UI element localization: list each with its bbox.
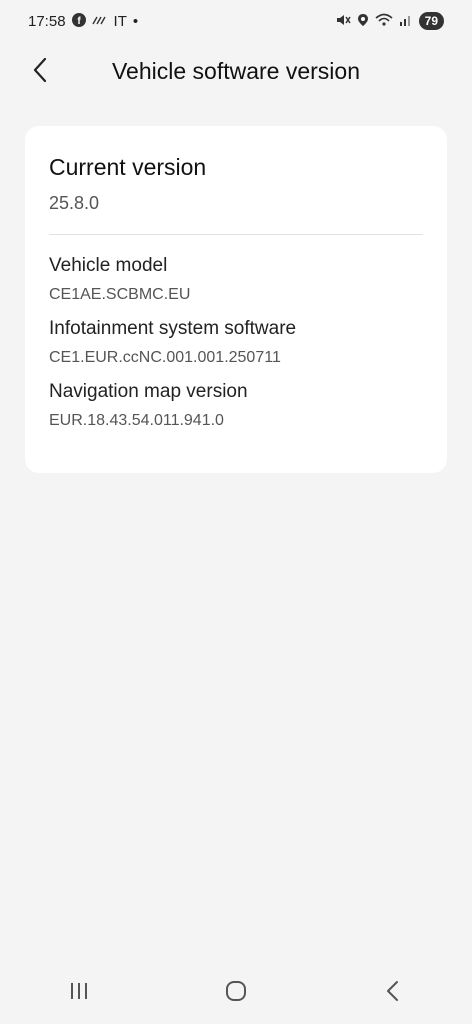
info-row-navigation-map: Navigation map version EUR.18.43.54.011.… [49, 381, 423, 430]
current-version-value: 25.8.0 [49, 193, 100, 213]
system-nav-bar [0, 968, 472, 1018]
wave-icon [91, 14, 108, 29]
recents-button[interactable] [49, 973, 109, 1013]
info-row-vehicle-model: Vehicle model CE1AE.SCBMC.EU [49, 255, 423, 304]
status-bar-right: 79 [335, 12, 444, 30]
wifi-icon [375, 13, 393, 30]
current-version-title: Current version [49, 154, 207, 180]
status-time: 17:58 [28, 12, 66, 30]
facebook-icon: f [71, 12, 86, 30]
vehicle-model-label: Vehicle model [49, 255, 168, 276]
battery-level: 79 [418, 12, 444, 30]
infotainment-value: CE1.EUR.ccNC.001.001.250711 [49, 349, 281, 366]
mute-icon [335, 13, 351, 30]
back-icon [385, 980, 401, 1007]
divider [49, 234, 423, 235]
status-dot: • [132, 12, 139, 30]
status-carrier: IT [113, 12, 127, 30]
version-card: Current version 25.8.0 Vehicle model CE1… [25, 126, 447, 473]
location-icon [357, 13, 369, 30]
navigation-map-value: EUR.18.43.54.011.941.0 [49, 412, 224, 429]
home-button[interactable] [206, 973, 266, 1013]
vehicle-model-value: CE1AE.SCBMC.EU [49, 286, 191, 303]
app-bar: Vehicle software version [0, 44, 472, 100]
page-title: Vehicle software version [111, 58, 360, 84]
infotainment-label: Infotainment system software [49, 318, 297, 339]
system-back-button[interactable] [363, 973, 423, 1013]
signal-icon [399, 14, 413, 29]
navigation-map-label: Navigation map version [49, 381, 248, 402]
recents-icon [68, 981, 90, 1006]
home-icon [224, 979, 248, 1008]
status-bar-left: 17:58 f IT • [28, 12, 139, 30]
info-row-infotainment: Infotainment system software CE1.EUR.ccN… [49, 318, 423, 367]
status-bar: 17:58 f IT • 79 [0, 0, 472, 42]
